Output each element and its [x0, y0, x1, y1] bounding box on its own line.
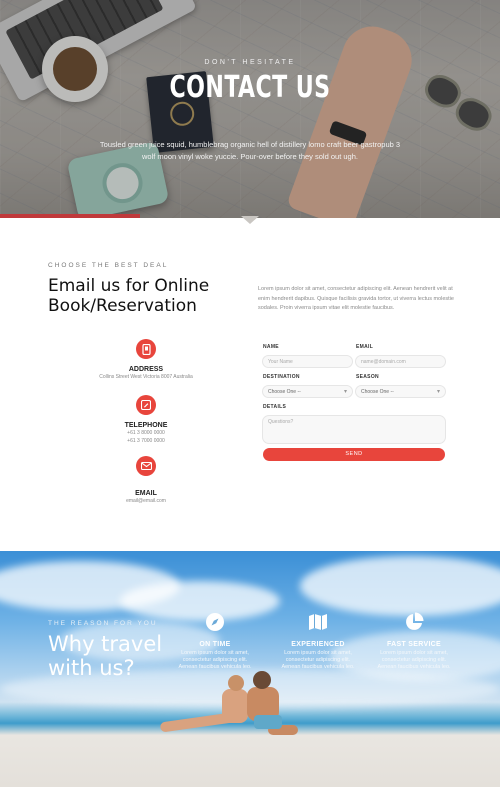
- feature-title: FAST SERVICE: [386, 641, 442, 648]
- map-icon: [308, 612, 328, 632]
- hero-subtitle: Tousled green juice squid, humblebrag or…: [99, 140, 401, 161]
- phone-square-icon: [136, 395, 156, 415]
- destination-select[interactable]: Choose One --: [262, 385, 353, 399]
- contact-heading-line2: Book/Reservation: [48, 296, 197, 316]
- address-block: ADDRESS Collins Street West Victoria 800…: [86, 339, 206, 381]
- telephone-line1: +61 3 8000 0000: [127, 430, 165, 436]
- contact-kicker: CHOOSE THE BEST DEAL: [48, 262, 169, 269]
- contact-description: Lorem ipsum dolor sit amet, consectetur …: [258, 286, 454, 311]
- hero-accent-bar: [0, 214, 140, 218]
- contact-heading: Email us for Online Book/Reservation: [48, 276, 209, 316]
- feature-title: ON TIME: [199, 641, 231, 648]
- pie-chart-icon: [404, 612, 424, 632]
- couple-on-beach-image: [150, 671, 300, 751]
- destination-label: DESTINATION: [263, 374, 300, 380]
- telephone-label: TELEPHONE: [124, 422, 168, 429]
- name-input[interactable]: Your Name: [262, 355, 353, 368]
- section-notch: [241, 216, 259, 224]
- address-label: ADDRESS: [128, 366, 164, 373]
- details-label: DETAILS: [263, 404, 287, 410]
- email-field-label: EMAIL: [356, 344, 374, 350]
- envelope-icon: [136, 456, 156, 476]
- why-heading: Why travel with us?: [48, 632, 188, 680]
- email-value[interactable]: email@email.com: [86, 498, 206, 505]
- feature-experienced: EXPERIENCED Lorem ipsum dolor sit amet, …: [278, 612, 358, 671]
- feature-fast-service: FAST SERVICE Lorem ipsum dolor sit amet,…: [374, 612, 454, 671]
- feature-on-time: ON TIME Lorem ipsum dolor sit amet, cons…: [175, 612, 255, 671]
- send-button[interactable]: SEND: [263, 448, 445, 461]
- telephone-block: TELEPHONE +61 3 8000 0000 +61 3 7000 000…: [86, 395, 206, 444]
- compass-icon: [205, 612, 225, 632]
- address-value: Collins Street West Victoria 8007 Austra…: [99, 374, 193, 380]
- feature-text: Lorem ipsum dolor sit amet, consectetur …: [281, 650, 355, 670]
- why-kicker: THE REASON FOR YOU: [48, 620, 158, 627]
- why-heading-line2: with us?: [48, 656, 135, 680]
- page: DON'T HESITATE CONTACT US Tousled green …: [0, 0, 500, 787]
- name-label: NAME: [263, 344, 279, 350]
- feature-text: Lorem ipsum dolor sit amet, consectetur …: [178, 650, 252, 670]
- details-textarea[interactable]: Questions?: [262, 415, 446, 444]
- feature-text: Lorem ipsum dolor sit amet, consectetur …: [377, 650, 451, 670]
- email-label: EMAIL: [135, 490, 157, 497]
- phone-device-icon: [136, 339, 156, 359]
- email-input[interactable]: name@domain.com: [355, 355, 446, 368]
- feature-title: EXPERIENCED: [291, 641, 345, 648]
- contact-heading-line1: Email us for Online: [48, 276, 210, 296]
- page-title: CONTACT US: [169, 70, 331, 105]
- email-block: EMAIL email@email.com: [86, 456, 206, 505]
- hero-banner: DON'T HESITATE CONTACT US Tousled green …: [0, 0, 500, 218]
- why-heading-line1: Why travel: [48, 632, 163, 656]
- season-label: SEASON: [356, 374, 379, 380]
- telephone-line2: +61 3 7000 0000: [127, 437, 165, 444]
- season-select[interactable]: Choose One --: [355, 385, 446, 399]
- hero-kicker: DON'T HESITATE: [204, 59, 296, 66]
